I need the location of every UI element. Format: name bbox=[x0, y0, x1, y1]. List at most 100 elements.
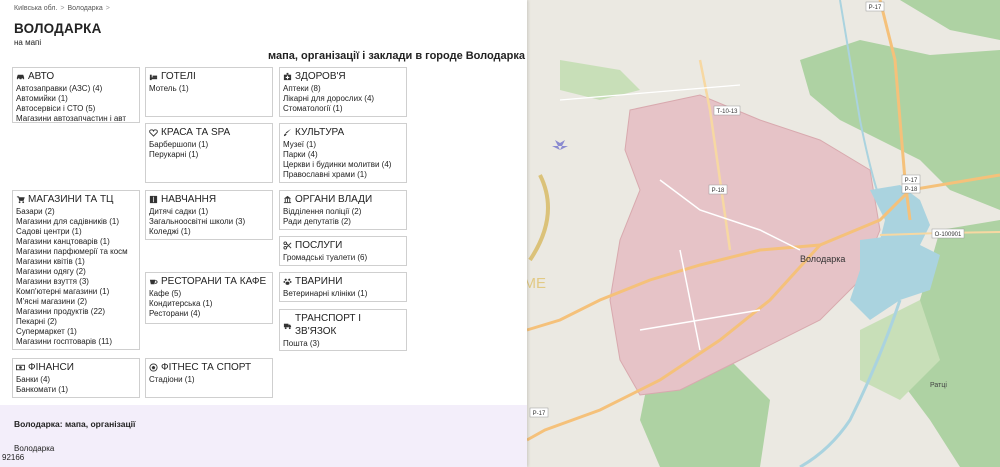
category-item-link[interactable]: Магазини для садівників (1) bbox=[16, 217, 136, 227]
category-health: ЗДОРОВ'Я Аптеки (8) Лікарні для дорослих (… bbox=[279, 67, 407, 117]
category-item-link[interactable]: Автосервіси і СТО (5) bbox=[16, 104, 136, 114]
category-item-link[interactable]: Православні храми (1) bbox=[283, 170, 403, 180]
category-item-link[interactable]: Перукарні (1) bbox=[149, 150, 269, 160]
category-title[interactable]: ФІТНЕС ТА СПОРТ bbox=[161, 361, 251, 374]
category-item-link[interactable]: Пошта (3) bbox=[283, 339, 403, 349]
category-item-link[interactable]: Стоматології (1) bbox=[283, 104, 403, 114]
category-item-link[interactable]: Коледжі (1) bbox=[149, 227, 269, 237]
svg-text:О-100901: О-100901 bbox=[935, 232, 962, 238]
category-item-link[interactable]: Кафе (5) bbox=[149, 289, 269, 299]
category-header[interactable]: КУЛЬТУРА bbox=[283, 126, 403, 139]
footer-text: Володарка bbox=[14, 444, 55, 453]
category-header[interactable]: МАГАЗИНИ ТА ТЦ bbox=[16, 193, 136, 206]
svg-text:Р-18: Р-18 bbox=[905, 187, 918, 193]
category-item-link[interactable]: Базари (2) bbox=[16, 207, 136, 217]
category-header[interactable]: ФІНАНСИ bbox=[16, 361, 136, 374]
category-item-link[interactable]: Магазини автозапчастин і авт bbox=[16, 114, 136, 122]
category-item-link[interactable]: Відділення поліції (2) bbox=[283, 207, 403, 217]
category-header[interactable]: НАВЧАННЯ bbox=[149, 193, 269, 206]
category-title[interactable]: ТРАНСПОРТ І ЗВ'ЯЗОК bbox=[295, 312, 403, 338]
category-item-link[interactable]: Мотель (1) bbox=[149, 84, 269, 94]
category-item-link[interactable]: Магазини госптоварів (11) bbox=[16, 337, 136, 347]
category-fitness: ФІТНЕС ТА СПОРТ Стадіони (1) bbox=[145, 358, 273, 398]
category-title[interactable]: АВТО bbox=[28, 70, 54, 83]
category-title[interactable]: НАВЧАННЯ bbox=[161, 193, 216, 206]
category-header[interactable]: КРАСА ТА SPA bbox=[149, 126, 269, 139]
category-item-link[interactable]: М'ясні магазини (2) bbox=[16, 297, 136, 307]
category-title[interactable]: ТВАРИНИ bbox=[295, 275, 342, 288]
category-title[interactable]: РЕСТОРАНИ ТА КАФЕ bbox=[161, 275, 266, 288]
category-title[interactable]: ПОСЛУГИ bbox=[295, 239, 342, 252]
category-header[interactable]: ТВАРИНИ bbox=[283, 275, 403, 288]
category-item-link[interactable]: Пекарні (2) bbox=[16, 317, 136, 327]
city-map-label: Володарка bbox=[800, 254, 845, 264]
category-header[interactable]: АВТО bbox=[16, 70, 136, 83]
category-item-link[interactable]: Ветеринарні клініки (1) bbox=[283, 289, 403, 299]
category-title[interactable]: ЗДОРОВ'Я bbox=[295, 70, 346, 83]
category-header[interactable]: ТРАНСПОРТ І ЗВ'ЯЗОК bbox=[283, 312, 403, 338]
category-title[interactable]: ОРГАНИ ВЛАДИ bbox=[295, 193, 372, 206]
category-header[interactable]: ФІТНЕС ТА СПОРТ bbox=[149, 361, 269, 374]
category-animals: ТВАРИНИ Ветеринарні клініки (1) bbox=[279, 272, 407, 302]
breadcrumb-city[interactable]: Володарка bbox=[68, 5, 103, 12]
category-title[interactable]: КРАСА ТА SPA bbox=[161, 126, 230, 139]
category-item-link[interactable]: Лікарні для дорослих (4) bbox=[283, 94, 403, 104]
category-transport: ТРАНСПОРТ І ЗВ'ЯЗОК Пошта (3) bbox=[279, 309, 407, 351]
category-header[interactable]: ОРГАНИ ВЛАДИ bbox=[283, 193, 403, 206]
category-restaurants: РЕСТОРАНИ ТА КАФЕ Кафе (5) Кондитерська (1… bbox=[145, 272, 273, 324]
breadcrumb: Київська обл. > Володарка > bbox=[14, 5, 113, 12]
category-title[interactable]: ФІНАНСИ bbox=[28, 361, 74, 374]
category-item-link[interactable]: Ради депутатів (2) bbox=[283, 217, 403, 227]
category-item-link[interactable]: Автозаправки (АЗС) (4) bbox=[16, 84, 136, 94]
category-item-link[interactable]: Музеї (1) bbox=[283, 140, 403, 150]
medkit-icon bbox=[283, 72, 292, 81]
category-item-link[interactable]: Парки (4) bbox=[283, 150, 403, 160]
road-label-t1013: Т-10-13 bbox=[713, 105, 741, 116]
category-title[interactable]: МАГАЗИНИ ТА ТЦ bbox=[28, 193, 113, 206]
category-item-link[interactable]: Стадіони (1) bbox=[149, 375, 269, 385]
category-item-link[interactable]: Супермаркет (1) bbox=[16, 327, 136, 337]
category-header[interactable]: ЗДОРОВ'Я bbox=[283, 70, 403, 83]
category-item-link[interactable]: Магазини квітів (1) bbox=[16, 257, 136, 267]
brush-icon bbox=[283, 128, 292, 137]
category-header[interactable]: ПОСЛУГИ bbox=[283, 239, 403, 252]
breadcrumb-separator: > bbox=[60, 5, 65, 12]
category-item-link[interactable]: Магазини канцтоварів (1) bbox=[16, 237, 136, 247]
page-title: ВОЛОДАРКА bbox=[14, 21, 102, 36]
category-title[interactable]: КУЛЬТУРА bbox=[295, 126, 344, 139]
category-header[interactable]: ГОТЕЛІ bbox=[149, 70, 269, 83]
breadcrumb-separator: > bbox=[105, 5, 110, 12]
category-government: ОРГАНИ ВЛАДИ Відділення поліції (2) Ради д… bbox=[279, 190, 407, 230]
category-header[interactable]: РЕСТОРАНИ ТА КАФЕ bbox=[149, 275, 269, 288]
road-label-o100901: О-100901 bbox=[931, 228, 965, 239]
category-item-link[interactable]: Кондитерська (1) bbox=[149, 299, 269, 309]
bed-icon bbox=[149, 72, 158, 81]
category-item-link[interactable]: Магазини одягу (2) bbox=[16, 267, 136, 277]
category-item-link[interactable]: Банкомати (1) bbox=[16, 385, 136, 395]
info-panel: Київська обл. > Володарка > ВОЛОДАРКА на ма… bbox=[0, 0, 527, 467]
category-item-link[interactable]: Громадські туалети (6) bbox=[283, 253, 403, 263]
category-item-link[interactable]: Магазини взуття (3) bbox=[16, 277, 136, 287]
category-item-link[interactable]: Дитячі садки (1) bbox=[149, 207, 269, 217]
category-item-link[interactable]: Аптеки (8) bbox=[283, 84, 403, 94]
category-item-link[interactable]: Ресторани (4) bbox=[149, 309, 269, 319]
road-label-r17-top: Р-17 bbox=[865, 1, 885, 12]
category-item-link[interactable]: Магазини парфюмерії та косм bbox=[16, 247, 136, 257]
cart-icon bbox=[16, 195, 25, 204]
category-item-link[interactable]: Барбершопи (1) bbox=[149, 140, 269, 150]
category-item-link[interactable]: Садові центри (1) bbox=[16, 227, 136, 237]
category-title[interactable]: ГОТЕЛІ bbox=[161, 70, 196, 83]
category-item-link[interactable]: Церкви і будинки молитви (4) bbox=[283, 160, 403, 170]
category-item-link[interactable]: Загальноосвітні школи (3) bbox=[149, 217, 269, 227]
category-item-link[interactable]: Автомийки (1) bbox=[16, 94, 136, 104]
breadcrumb-region[interactable]: Київська обл. bbox=[14, 5, 57, 12]
cup-icon bbox=[149, 277, 158, 286]
category-item-link[interactable]: Магазини продуктів (22) bbox=[16, 307, 136, 317]
category-item-link[interactable]: Комп'ютерні магазини (1) bbox=[16, 287, 136, 297]
map-link[interactable]: на мапі bbox=[14, 38, 41, 47]
category-services: ПОСЛУГИ Громадські туалети (6) bbox=[279, 236, 407, 266]
road-label-r17-right: Р-17 bbox=[901, 174, 921, 185]
category-item-link[interactable]: Банки (4) bbox=[16, 375, 136, 385]
svg-text:Р-17: Р-17 bbox=[869, 5, 882, 11]
book-icon bbox=[149, 195, 158, 204]
